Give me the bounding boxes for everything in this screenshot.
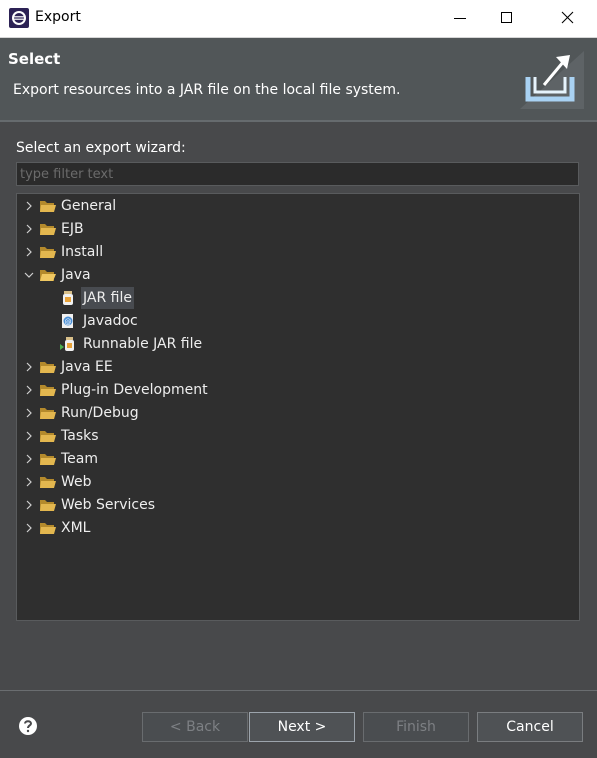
close-icon — [561, 11, 574, 24]
svg-text:@: @ — [65, 318, 72, 326]
chevron-right-icon — [26, 408, 32, 418]
tree-item-label: Run/Debug — [61, 405, 139, 421]
folder-icon — [40, 523, 56, 534]
finish-button[interactable]: Finish — [363, 712, 469, 742]
tree-item-label: EJB — [61, 221, 84, 237]
folder-icon — [40, 408, 56, 419]
wizard-tree[interactable]: General EJB Install Java JAR file @ Java… — [16, 193, 580, 621]
tree-item-label: Web — [61, 474, 92, 490]
tree-item-label: Java — [61, 267, 91, 283]
next-button[interactable]: Next > — [249, 712, 355, 742]
folder-icon — [40, 454, 56, 465]
minimize-icon — [454, 18, 466, 19]
title-bar: Export — [0, 0, 597, 38]
minimize-button[interactable] — [437, 0, 483, 37]
folder-icon — [40, 500, 56, 511]
tree-item-label: Plug-in Development — [61, 382, 208, 398]
tree-item-label: Tasks — [61, 428, 99, 444]
chevron-right-icon — [26, 500, 32, 510]
filter-input[interactable] — [16, 162, 579, 186]
chevron-right-icon — [26, 477, 32, 487]
tree-item-label: Install — [61, 244, 104, 260]
cancel-button[interactable]: Cancel — [477, 712, 583, 742]
tree-item-label: Web Services — [61, 497, 156, 513]
chevron-right-icon — [26, 454, 32, 464]
maximize-icon — [501, 12, 512, 23]
footer-separator — [0, 690, 597, 691]
chevron-right-icon — [26, 247, 32, 257]
runnable-jar-icon — [60, 337, 74, 351]
tree-item-label: XML — [61, 520, 91, 536]
maximize-button[interactable] — [483, 0, 529, 37]
jar-icon — [63, 291, 73, 305]
close-button[interactable] — [544, 0, 590, 37]
help-icon[interactable] — [18, 716, 38, 736]
folder-icon — [40, 247, 56, 258]
chevron-down-icon — [24, 272, 34, 278]
page-title: Select — [8, 50, 61, 68]
window-title: Export — [35, 9, 81, 25]
tree-item-label: Runnable JAR file — [83, 336, 203, 352]
javadoc-icon: @ — [62, 314, 73, 328]
filter-label: Select an export wizard: — [16, 140, 186, 156]
chevron-right-icon — [26, 201, 32, 211]
chevron-right-icon — [26, 523, 32, 533]
folder-icon — [40, 385, 56, 396]
folder-icon — [40, 431, 56, 442]
wizard-header: Select Export resources into a JAR file … — [0, 38, 597, 122]
folder-icon — [40, 477, 56, 488]
tree-item-label: General — [61, 198, 117, 214]
folder-icon — [40, 201, 56, 212]
back-button[interactable]: < Back — [142, 712, 248, 742]
folder-icon — [40, 362, 56, 373]
chevron-right-icon — [26, 362, 32, 372]
tree-item-label: JAR file — [81, 287, 134, 309]
chevron-right-icon — [26, 224, 32, 234]
tree-item-label: Team — [61, 451, 99, 467]
export-banner-icon — [520, 51, 584, 109]
open-folder-icon — [40, 270, 56, 281]
tree-item-label: Javadoc — [83, 313, 138, 329]
chevron-right-icon — [26, 431, 32, 441]
folder-icon — [40, 224, 56, 235]
chevron-right-icon — [26, 385, 32, 395]
eclipse-app-icon — [9, 8, 29, 28]
page-description: Export resources into a JAR file on the … — [13, 82, 401, 98]
tree-item-label: Java EE — [61, 359, 113, 375]
